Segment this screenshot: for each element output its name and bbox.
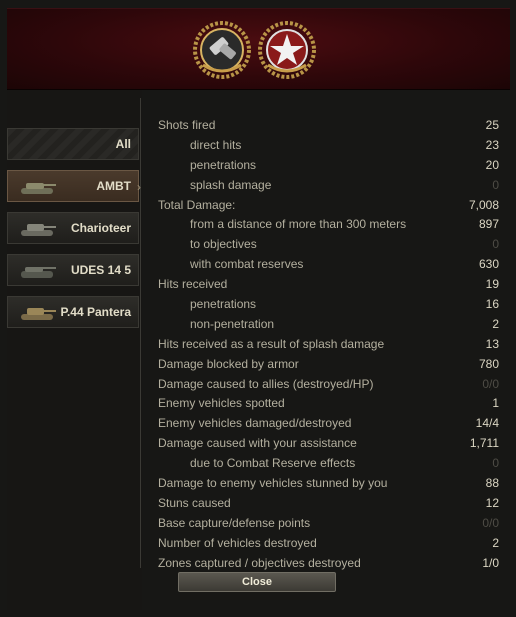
- stat-value: 2: [492, 316, 499, 331]
- stat-value: 19: [485, 277, 499, 292]
- stat-value: 23: [485, 137, 499, 152]
- stat-label: Hits received: [158, 277, 228, 292]
- stat-value: 20: [485, 157, 499, 172]
- stat-label: penetrations: [190, 297, 257, 312]
- stat-value: 12: [485, 495, 499, 510]
- stat-row: penetrations 16: [152, 295, 508, 315]
- tab-label: UDES 14 5: [70, 263, 131, 277]
- stat-value: 897: [478, 217, 499, 232]
- panel-divider: [140, 98, 141, 568]
- stat-value: 1: [492, 396, 499, 411]
- stat-row: Zones captured / objectives destroyed 1/0: [152, 554, 508, 574]
- stat-label: Damage caused with your assistance: [158, 436, 357, 451]
- tank-icon: [21, 183, 56, 194]
- stat-row: Hits received as a result of splash dama…: [152, 335, 508, 355]
- stat-row: to objectives 0: [152, 235, 508, 255]
- stat-row: Enemy vehicles spotted 1: [152, 394, 508, 414]
- stat-row: Shots fired 25: [152, 116, 508, 136]
- tab-udes-14-5[interactable]: UDES 14 5: [7, 254, 139, 286]
- stat-label: Number of vehicles destroyed: [158, 535, 317, 550]
- stat-row: with combat reserves 630: [152, 255, 508, 275]
- stat-label: Enemy vehicles damaged/destroyed: [158, 416, 352, 431]
- close-button[interactable]: Close: [178, 572, 336, 592]
- battle-results-window: All AMBT › Charioteer UDES 14 5 P.44 Pan…: [0, 0, 516, 617]
- stat-value: 0: [492, 456, 499, 471]
- stat-row: Damage caused with your assistance 1,711: [152, 434, 508, 454]
- tab-label: AMBT: [96, 179, 131, 193]
- stat-label: to objectives: [190, 237, 257, 252]
- stat-label: Enemy vehicles spotted: [158, 396, 285, 411]
- tab-label: Charioteer: [70, 221, 131, 235]
- stat-row: Base capture/defense points 0/0: [152, 514, 508, 534]
- tank-icon: [21, 308, 56, 320]
- stat-value: 88: [485, 476, 499, 491]
- stat-label: Shots fired: [158, 118, 216, 132]
- stat-label: Damage caused to allies (destroyed/HP): [158, 376, 374, 391]
- stat-value: 25: [485, 118, 499, 132]
- stat-row: Damage caused to allies (destroyed/HP) 0/…: [152, 375, 508, 395]
- tab-label: P.44 Pantera: [60, 305, 132, 319]
- stat-label: with combat reserves: [190, 257, 304, 272]
- stat-row: direct hits 23: [152, 136, 508, 156]
- stat-value: 1,711: [469, 436, 499, 451]
- stat-label: Hits received as a result of splash dama…: [158, 336, 385, 351]
- tab-all[interactable]: All: [7, 128, 139, 160]
- stat-row: Stuns caused 12: [152, 494, 508, 514]
- stat-label: non-penetration: [190, 316, 275, 331]
- star-wreath-medal-icon[interactable]: [258, 21, 316, 79]
- stat-row: penetrations 20: [152, 156, 508, 176]
- stat-label: Base capture/defense points: [158, 515, 311, 530]
- stat-label: direct hits: [190, 137, 242, 152]
- artillery-medal-icon[interactable]: [193, 21, 251, 79]
- stat-value: 630: [478, 257, 499, 272]
- stat-value: 14/4: [475, 416, 499, 431]
- stat-label: Total Damage:: [158, 197, 236, 212]
- header-banner: [7, 8, 510, 90]
- stat-value: 0: [492, 177, 499, 192]
- stat-value: 0/0: [482, 515, 499, 530]
- stat-row: Total Damage: 7,008: [152, 196, 508, 216]
- tank-icon: [21, 224, 56, 236]
- stat-label: penetrations: [190, 157, 257, 172]
- tank-icon: [21, 267, 56, 278]
- stat-row: Damage blocked by armor 780: [152, 355, 508, 375]
- stat-label: Stuns caused: [158, 495, 231, 510]
- stat-value: 0/0: [482, 376, 499, 391]
- stat-label: due to Combat Reserve effects: [190, 456, 356, 471]
- stat-row: non-penetration 2: [152, 315, 508, 335]
- stat-label: from a distance of more than 300 meters: [190, 217, 407, 232]
- vehicle-tab-panel: [7, 90, 142, 610]
- stat-value: 1/0: [482, 555, 499, 570]
- tab-ambt[interactable]: AMBT: [7, 170, 139, 202]
- stat-row: Number of vehicles destroyed 2: [152, 534, 508, 554]
- stats-list: Shots fired 25 direct hits 23 penetrations 20…: [152, 116, 508, 573]
- stat-row: due to Combat Reserve effects 0: [152, 454, 508, 474]
- stat-value: 0: [492, 237, 499, 252]
- stat-label: splash damage: [190, 177, 272, 192]
- stat-value: 2: [492, 535, 499, 550]
- stat-value: 16: [485, 297, 499, 312]
- chevron-right-icon: ›: [137, 180, 141, 194]
- stat-row: splash damage 0: [152, 176, 508, 196]
- stat-value: 780: [478, 356, 499, 371]
- stat-value: 13: [485, 336, 499, 351]
- stat-row: Hits received 19: [152, 275, 508, 295]
- stat-row: from a distance of more than 300 meters 8…: [152, 215, 508, 235]
- stat-row: Enemy vehicles damaged/destroyed 14/4: [152, 414, 508, 434]
- stat-value: 7,008: [468, 197, 499, 212]
- stat-label: Zones captured / objectives destroyed: [158, 555, 361, 570]
- stat-label: Damage blocked by armor: [158, 356, 299, 371]
- stat-row: Damage to enemy vehicles stunned by you 8…: [152, 474, 508, 494]
- tab-charioteer[interactable]: Charioteer: [7, 212, 139, 244]
- stat-label: Damage to enemy vehicles stunned by you: [158, 476, 388, 491]
- tab-p44-pantera[interactable]: P.44 Pantera: [7, 296, 139, 328]
- tab-label: All: [115, 137, 131, 151]
